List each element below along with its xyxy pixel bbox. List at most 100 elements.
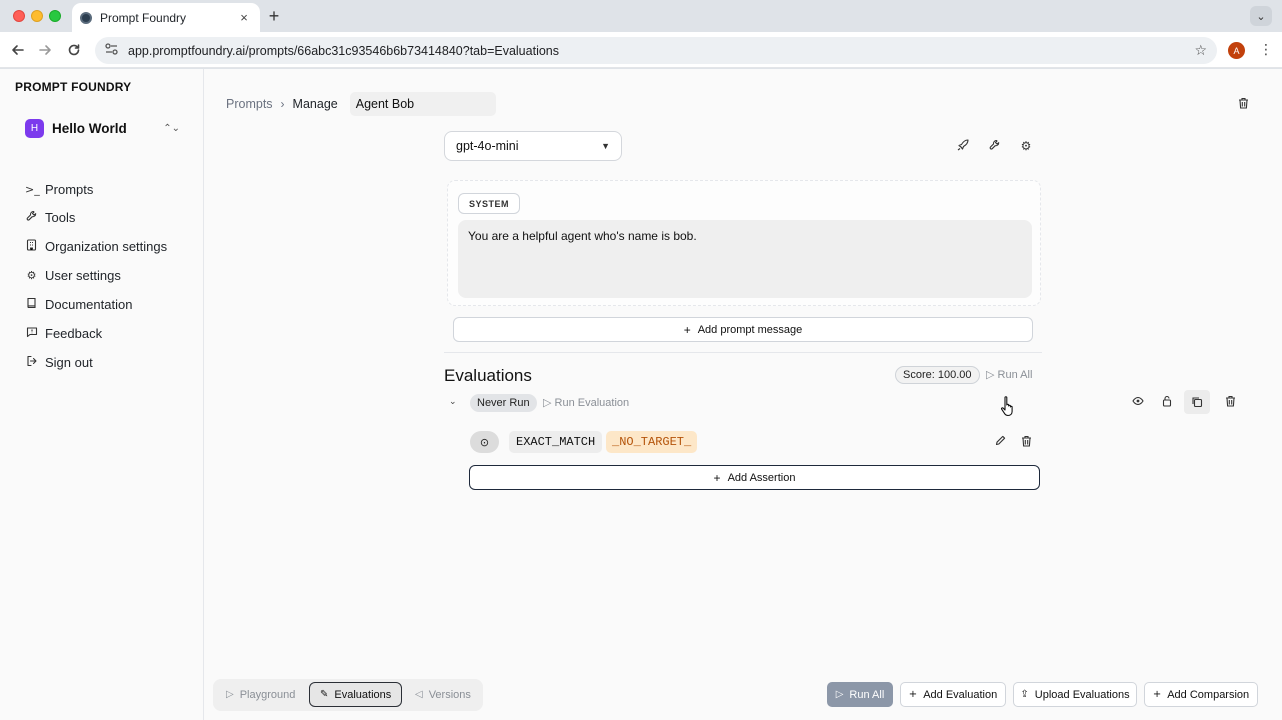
upload-evaluations-button[interactable]: ⇪ Upload Evaluations [1013,682,1137,707]
sidebar-item-label: Prompts [45,181,94,197]
model-select[interactable]: gpt-4o-mini ▼ [444,131,622,161]
tab-playground[interactable]: ▷ Playground [216,682,305,707]
add-comparison-button[interactable]: + Add Comparsion [1144,682,1258,707]
sidebar-item-label: Documentation [45,296,133,312]
assertion-row: ⊙ EXACT_MATCH _NO_TARGET_ [470,431,1043,453]
play-icon: ▷ [543,397,552,409]
browser-tab[interactable]: Prompt Foundry × [72,3,260,32]
sidebar-item-sign-out[interactable]: Sign out [25,352,93,372]
sidebar-item-label: Feedback [45,325,103,341]
tab-versions[interactable]: ◁ Versions [405,682,481,707]
sidebar-item-user-settings[interactable]: ⚙ User settings [25,265,121,285]
eye-icon[interactable] [1130,395,1146,409]
hand-pointer-cursor-icon [1001,396,1013,417]
sidebar-item-prompts[interactable]: >_ Prompts [25,179,93,199]
plus-icon: + [908,689,918,700]
copy-icon[interactable] [1184,390,1210,414]
run-all-button[interactable]: ▷ Run All [827,682,893,707]
message-role-select[interactable]: SYSTEM [458,193,521,214]
breadcrumb-prompts-link[interactable]: Prompts [226,97,273,111]
chevron-up-down-icon: ⌃⌄ [163,122,180,134]
sidebar-item-tools[interactable]: Tools [25,207,75,227]
mode-tabs: ▷ Playground ✎ Evaluations ◁ Versions [213,679,483,711]
add-evaluation-label: Add Evaluation [923,688,998,701]
tab-label: Versions [428,688,471,701]
gear-icon: ⚙ [26,268,37,282]
maximize-window-button[interactable] [49,10,61,22]
add-assertion-button[interactable]: + Add Assertion [469,465,1040,490]
run-all-evaluations-link[interactable]: ▷ Run All [986,368,1032,381]
tab-favicon-icon [80,11,92,24]
add-evaluation-button[interactable]: + Add Evaluation [900,682,1006,707]
assertion-status-icon: ⊙ [470,431,499,453]
browser-menu-icon[interactable]: ⋮ [1259,41,1273,58]
section-divider [444,352,1042,353]
forward-arrow-icon[interactable] [35,40,55,60]
sidebar-item-organization-settings[interactable]: Organization settings [25,236,167,256]
add-prompt-message-button[interactable]: + Add prompt message [453,317,1033,342]
tab-label: Playground [239,688,296,701]
reload-icon[interactable] [64,40,84,60]
wrench-icon[interactable] [987,139,1003,154]
wrench-icon [25,210,38,225]
plus-icon: + [683,322,691,337]
lock-icon[interactable] [1159,395,1175,410]
add-comparison-label: Add Comparsion [1167,688,1250,701]
back-arrow-icon[interactable] [8,40,28,60]
profile-avatar[interactable]: A [1228,42,1245,59]
run-all-label: Run All [997,369,1033,381]
pencil-icon[interactable] [995,435,1006,449]
minimize-window-button[interactable] [31,10,43,22]
sidebar: PROMPT FOUNDRY H Hello World ⌃⌄ >_ Promp… [0,69,204,720]
tab-close-button[interactable]: × [236,10,252,25]
run-evaluation-label: Run Evaluation [554,397,630,409]
terminal-icon: >_ [25,182,40,196]
message-icon [25,326,38,341]
site-settings-icon[interactable] [105,43,118,58]
workspace-logo: H [25,118,44,138]
chevron-down-icon: ▼ [601,141,610,151]
new-tab-button[interactable]: + [264,6,284,27]
chevron-right-icon: › [280,97,285,111]
play-icon: ▷ [226,689,234,700]
score-badge: Score: 100.00 [895,366,980,384]
sidebar-item-label: Sign out [45,354,93,370]
sidebar-item-feedback[interactable]: Feedback [25,323,102,343]
upload-icon: ⇪ [1020,689,1029,700]
sidebar-item-documentation[interactable]: Documentation [25,294,132,314]
tab-evaluations[interactable]: ✎ Evaluations [309,682,403,707]
address-bar[interactable]: app.promptfoundry.ai/prompts/66abc31c935… [95,37,1217,64]
rocket-icon[interactable] [955,139,971,154]
assertion-type-badge: EXACT_MATCH [509,431,603,453]
versions-icon: ◁ [415,689,423,700]
browser-toolbar: app.promptfoundry.ai/prompts/66abc31c935… [0,32,1282,68]
sidebar-item-label: Organization settings [45,238,168,254]
delete-prompt-trash-icon[interactable] [1238,97,1249,112]
status-badge: Never Run [470,394,537,412]
gear-icon[interactable]: ⚙ [1018,139,1034,153]
book-icon [25,297,38,312]
delete-assertion-trash-icon[interactable] [1021,435,1032,450]
building-icon [25,238,38,254]
breadcrumb-manage: Manage [292,97,338,111]
brand-logo: PROMPT FOUNDRY [15,80,132,94]
assertion-target-badge: _NO_TARGET_ [606,431,698,453]
evaluation-row: ⌄ Never Run ▷ Run Evaluation [449,390,1235,414]
message-content-textarea[interactable]: You are a helpful agent who's name is bo… [458,220,1032,298]
chevron-down-icon[interactable]: ⌄ [449,396,457,407]
workspace-switcher[interactable]: H Hello World ⌃⌄ [25,118,180,138]
add-prompt-message-label: Add prompt message [697,323,803,336]
delete-evaluation-trash-icon[interactable] [1222,395,1238,410]
run-evaluation-button[interactable]: ▷ Run Evaluation [543,396,629,409]
tab-title: Prompt Foundry [100,10,187,25]
add-assertion-label: Add Assertion [727,471,796,484]
plus-icon: + [1152,689,1162,700]
play-icon: ▷ [835,689,844,700]
prompt-name-input[interactable]: Agent Bob [349,92,496,116]
upload-evaluations-label: Upload Evaluations [1034,688,1130,701]
close-window-button[interactable] [13,10,25,22]
bookmark-star-icon[interactable]: ☆ [1194,42,1207,59]
app: PROMPT FOUNDRY H Hello World ⌃⌄ >_ Promp… [0,69,1282,720]
tab-search-button[interactable]: ⌄ [1250,6,1272,26]
breadcrumb: Prompts › Manage Agent Bob [226,92,496,116]
